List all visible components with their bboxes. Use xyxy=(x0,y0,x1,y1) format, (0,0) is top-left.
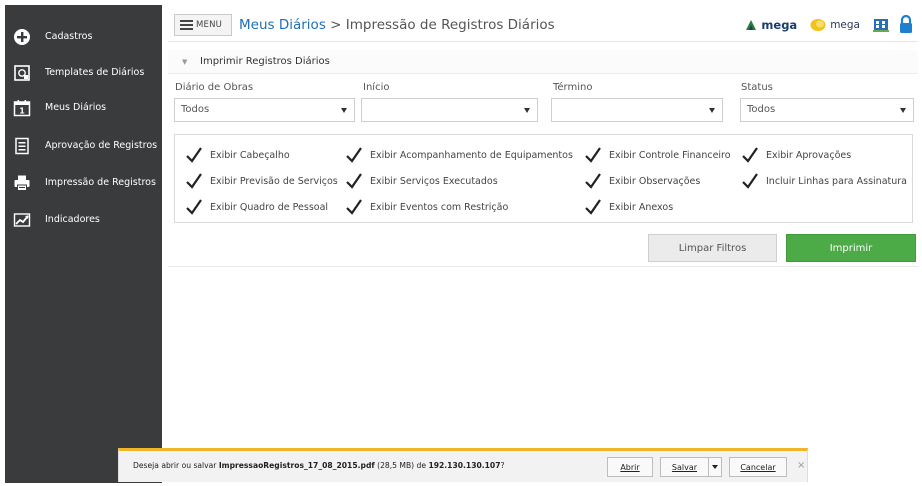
diario-select[interactable]: Todos xyxy=(174,98,355,122)
status-label: Status xyxy=(741,82,773,93)
option-exibir-observacoes[interactable]: Exibir Observações xyxy=(584,172,700,190)
chart-icon xyxy=(12,211,32,229)
checklist-icon xyxy=(12,137,32,155)
dropdown-caret-icon xyxy=(900,108,906,113)
sidebar-item-label: Meus Diários xyxy=(45,102,107,113)
calendar-icon: 1 xyxy=(12,99,32,117)
sidebar-item-label: Aprovação de Registros xyxy=(45,140,158,151)
breadcrumb-separator: > xyxy=(330,17,342,33)
print-panel-header[interactable]: ▼ Imprimir Registros Diários xyxy=(168,50,918,74)
dropdown-caret-icon xyxy=(341,108,347,113)
checkmark-icon xyxy=(186,147,202,163)
panel-title: Imprimir Registros Diários xyxy=(200,56,330,67)
sidebar-item-label: Templates de Diários xyxy=(45,67,145,78)
sidebar-item-aprovacao[interactable]: Aprovação de Registros xyxy=(5,133,162,159)
option-exibir-cabecalho[interactable]: Exibir Cabeçalho xyxy=(185,146,290,164)
checkmark-icon xyxy=(346,199,362,215)
menu-button[interactable]: MENU xyxy=(174,14,232,36)
inicio-select[interactable] xyxy=(361,98,538,122)
dropdown-caret-icon xyxy=(524,108,530,113)
sidebar-item-label: Impressão de Registros xyxy=(45,177,156,188)
chevron-down-icon xyxy=(712,465,718,469)
hamburger-icon xyxy=(180,20,193,30)
sidebar-item-indicadores[interactable]: Indicadores xyxy=(5,207,162,233)
save-options-button[interactable] xyxy=(708,457,722,477)
option-exibir-controle-financeiro[interactable]: Exibir Controle Financeiro xyxy=(584,146,731,164)
menu-label: MENU xyxy=(196,20,223,30)
option-exibir-acompanhamento[interactable]: Exibir Acompanhamento de Equipamentos xyxy=(345,146,573,164)
checkmark-icon xyxy=(742,173,758,189)
checkmark-icon xyxy=(585,199,601,215)
sidebar-item-label: Cadastros xyxy=(45,31,93,42)
sidebar: Cadastros Templates de Diários 1 Meus Di… xyxy=(5,5,162,483)
breadcrumb: Meus Diários > Impressão de Registros Di… xyxy=(239,17,555,33)
option-exibir-quadro-pessoal[interactable]: Exibir Quadro de Pessoal xyxy=(185,198,328,216)
inicio-label: Início xyxy=(363,82,390,93)
termino-label: Término xyxy=(553,82,593,93)
sidebar-item-meus-diarios[interactable]: 1 Meus Diários xyxy=(5,95,162,121)
option-exibir-eventos-restricao[interactable]: Exibir Eventos com Restrição xyxy=(345,198,508,216)
building-icon xyxy=(872,15,890,36)
add-circle-icon xyxy=(12,28,32,46)
checkmark-icon xyxy=(585,173,601,189)
option-exibir-previsao-servicos[interactable]: Exibir Previsão de Serviços xyxy=(185,172,338,190)
diario-label: Diário de Obras xyxy=(175,82,254,93)
open-button[interactable]: Abrir xyxy=(607,457,653,477)
checkmark-icon xyxy=(585,147,601,163)
printer-icon xyxy=(12,174,32,192)
breadcrumb-link-meus-diarios[interactable]: Meus Diários xyxy=(239,17,326,33)
dropdown-caret-icon xyxy=(709,108,715,113)
mega-logo: mega xyxy=(744,18,797,32)
checkmark-icon xyxy=(346,147,362,163)
sidebar-item-impressao[interactable]: Impressão de Registros xyxy=(5,170,162,196)
lock-icon[interactable] xyxy=(898,14,914,37)
download-notification-bar: Deseja abrir ou salvar ImpressaoRegistro… xyxy=(118,448,808,482)
clear-filters-button[interactable]: Limpar Filtros xyxy=(648,234,777,262)
download-message: Deseja abrir ou salvar ImpressaoRegistro… xyxy=(133,461,505,470)
option-incluir-linhas-assinatura[interactable]: Incluir Linhas para Assinatura xyxy=(741,172,907,190)
divider xyxy=(168,266,918,267)
save-button[interactable]: Salvar xyxy=(660,457,708,477)
option-exibir-anexos[interactable]: Exibir Anexos xyxy=(584,198,673,216)
mega-logo-secondary: mega xyxy=(809,18,860,32)
checkmark-icon xyxy=(346,173,362,189)
document-image-icon xyxy=(12,64,32,82)
status-select[interactable]: Todos xyxy=(740,98,914,122)
sidebar-item-label: Indicadores xyxy=(45,214,100,225)
option-exibir-servicos-executados[interactable]: Exibir Serviços Executados xyxy=(345,172,498,190)
sidebar-item-templates[interactable]: Templates de Diários xyxy=(5,60,162,86)
checkmark-icon xyxy=(186,199,202,215)
close-icon[interactable]: × xyxy=(797,460,805,471)
print-options-box: Exibir Cabeçalho Exibir Acompanhamento d… xyxy=(174,134,913,223)
page-title: Impressão de Registros Diários xyxy=(345,17,555,33)
download-filename: ImpressaoRegistros_17_08_2015.pdf xyxy=(218,461,375,470)
cancel-button[interactable]: Cancelar xyxy=(729,457,787,477)
print-button[interactable]: Imprimir xyxy=(786,234,916,262)
logo-area: mega mega xyxy=(744,14,914,36)
termino-select[interactable] xyxy=(551,98,723,122)
checkmark-icon xyxy=(186,173,202,189)
svg-text:1: 1 xyxy=(19,107,25,116)
header: MENU Meus Diários > Impressão de Registr… xyxy=(168,8,918,42)
sidebar-item-cadastros[interactable]: Cadastros xyxy=(5,24,162,50)
option-exibir-aprovacoes[interactable]: Exibir Aprovações xyxy=(741,146,851,164)
checkmark-icon xyxy=(742,147,758,163)
download-host: 192.130.130.107 xyxy=(428,461,501,470)
collapse-arrow-icon: ▼ xyxy=(182,58,188,66)
